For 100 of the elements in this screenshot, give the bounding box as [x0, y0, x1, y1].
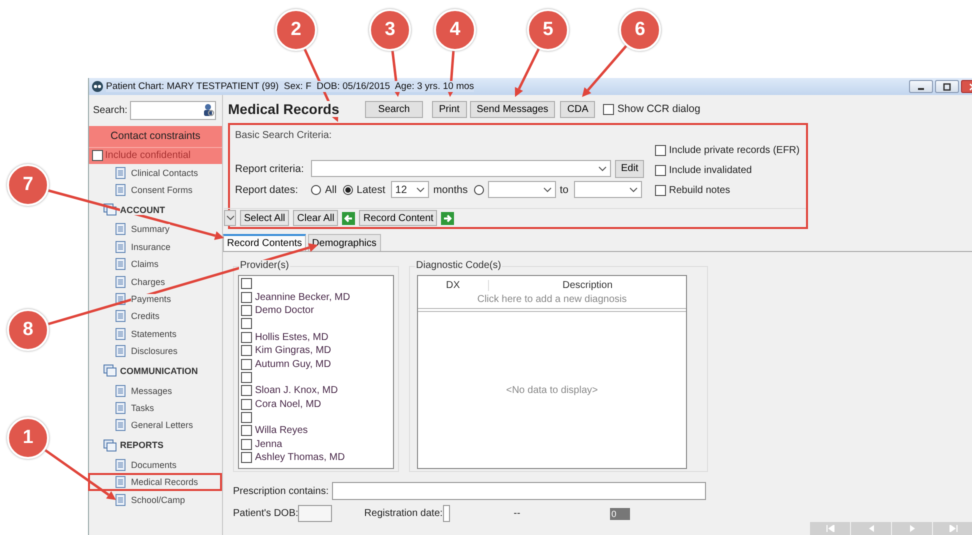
checkbox[interactable] — [241, 398, 252, 410]
provider-name: Autumn Guy, MD — [255, 358, 331, 370]
page-icon — [115, 166, 126, 179]
checkbox[interactable] — [241, 358, 252, 370]
checkbox[interactable] — [655, 165, 666, 176]
sidebar-item[interactable]: Claims — [89, 256, 222, 273]
checkbox[interactable] — [241, 318, 252, 330]
radio-button[interactable] — [311, 184, 321, 194]
person-search-icon[interactable] — [202, 103, 216, 117]
field-label: Patient's DOB: — [233, 508, 298, 519]
checkbox-label: Include private records (EFR) — [669, 145, 800, 156]
radio-button[interactable] — [474, 184, 484, 194]
sidebar-item[interactable]: Messages — [89, 382, 222, 400]
callout-number: 6 — [619, 9, 661, 51]
sidebar-item[interactable]: Charges — [89, 272, 222, 290]
checkbox-label: Include confidential — [105, 150, 191, 161]
column-header: Description — [561, 280, 614, 290]
checkbox[interactable] — [603, 104, 614, 114]
sidebar-item[interactable]: School/Camp — [89, 490, 222, 508]
tab[interactable]: Demographics — [308, 234, 381, 251]
checkbox[interactable] — [241, 412, 252, 424]
window-title: Patient Chart: MARY TESTPATIENT (99) Sex: F DOB: 05/16/2015 Age: 3 yrs. 10 mos — [106, 81, 474, 92]
page-icon — [115, 184, 126, 196]
radio-label: All — [325, 184, 337, 196]
sidebar-item[interactable]: Disclosures — [89, 342, 222, 360]
page-icon — [115, 310, 126, 322]
count-badge: 0 — [610, 508, 630, 520]
checkbox[interactable] — [241, 292, 252, 303]
sidebar-item[interactable]: Statements — [89, 325, 222, 343]
dob-field[interactable] — [298, 505, 332, 522]
toolbar-button[interactable]: Send Messages — [470, 100, 556, 118]
minimize-button[interactable] — [909, 80, 933, 93]
tab[interactable]: Record Contents — [223, 234, 306, 251]
sidebar-item[interactable]: Medical Records — [88, 473, 222, 491]
action-button[interactable]: Select All — [240, 210, 290, 226]
add-diagnosis-row[interactable]: Click here to add a new diagnosis — [418, 294, 686, 312]
edit-button[interactable]: Edit — [615, 160, 644, 178]
caret-icon — [598, 166, 607, 172]
checkbox[interactable] — [241, 345, 252, 356]
stacked-pages-icon — [103, 438, 117, 452]
sidebar-item[interactable]: Credits — [89, 308, 222, 326]
checkbox-label: Show CCR dialog — [617, 103, 700, 115]
callout-arrow — [514, 48, 540, 97]
toolbar-button[interactable]: Print — [432, 100, 467, 118]
sidebar-item[interactable]: Insurance — [89, 238, 222, 256]
checkbox[interactable] — [241, 452, 252, 464]
page-icon — [115, 384, 126, 397]
checkbox[interactable] — [241, 425, 252, 436]
sidebar-item[interactable]: Payments — [89, 290, 222, 308]
first-page-icon — [826, 525, 834, 532]
caret-icon — [226, 215, 234, 221]
search-label: Search: — [93, 104, 128, 116]
callout-number: 2 — [275, 9, 317, 51]
page-icon — [115, 494, 126, 506]
callout-number: 1 — [7, 417, 49, 459]
sidebar-item[interactable]: Clinical Contacts — [89, 164, 222, 182]
sidebar-item[interactable]: Documents — [89, 456, 222, 474]
provider-name: Willa Reyes — [255, 425, 308, 436]
sidebar-item[interactable]: Tasks — [89, 399, 222, 417]
maximize-button[interactable] — [935, 80, 959, 93]
checkbox[interactable] — [241, 372, 252, 383]
checkbox[interactable] — [241, 332, 252, 343]
radio-label: Latest — [356, 184, 386, 196]
provider-name: Hollis Estes, MD — [255, 332, 328, 343]
checkbox[interactable] — [241, 278, 252, 290]
field-label: to — [560, 184, 568, 196]
callout-arrow — [582, 45, 628, 97]
checkbox[interactable] — [655, 145, 666, 156]
action-button[interactable]: Record Content — [359, 210, 438, 226]
caret-icon — [416, 186, 426, 192]
page-icon — [115, 419, 126, 432]
months-dropdown[interactable]: 12 — [391, 181, 430, 198]
toolbar-button[interactable]: CDA — [560, 100, 596, 118]
start-date-dropdown[interactable] — [488, 181, 556, 198]
sidebar-item[interactable]: Consent Forms — [89, 181, 222, 199]
right-arrow-icon[interactable] — [441, 212, 454, 224]
search-field[interactable] — [130, 100, 216, 120]
provider-name: Jenna — [255, 438, 282, 450]
callout-number: 7 — [7, 164, 49, 206]
checkbox[interactable] — [241, 304, 252, 316]
callout-arrow — [44, 449, 116, 500]
provider-name: Demo Doctor — [255, 304, 314, 316]
sidebar-item[interactable]: General Letters — [89, 416, 222, 434]
sidebar-item[interactable]: Summary — [89, 220, 222, 238]
checkbox[interactable] — [241, 438, 252, 450]
checkbox[interactable] — [92, 150, 103, 161]
dropdown-button[interactable] — [224, 210, 236, 226]
stacked-pages-icon — [103, 364, 117, 378]
page-icon — [115, 223, 126, 236]
provider-name: Ashley Thomas, MD — [255, 452, 345, 464]
action-button[interactable]: Clear All — [293, 210, 338, 226]
page-icon — [115, 458, 126, 471]
registration-date-field[interactable] — [442, 505, 450, 522]
previous-icon — [866, 525, 876, 532]
checkbox[interactable] — [241, 385, 252, 396]
prescription-field[interactable] — [332, 482, 706, 500]
left-arrow-icon[interactable] — [342, 212, 356, 224]
toolbar-button[interactable]: Search — [365, 100, 423, 118]
checkbox[interactable] — [655, 185, 666, 196]
radio-button[interactable] — [342, 184, 353, 194]
